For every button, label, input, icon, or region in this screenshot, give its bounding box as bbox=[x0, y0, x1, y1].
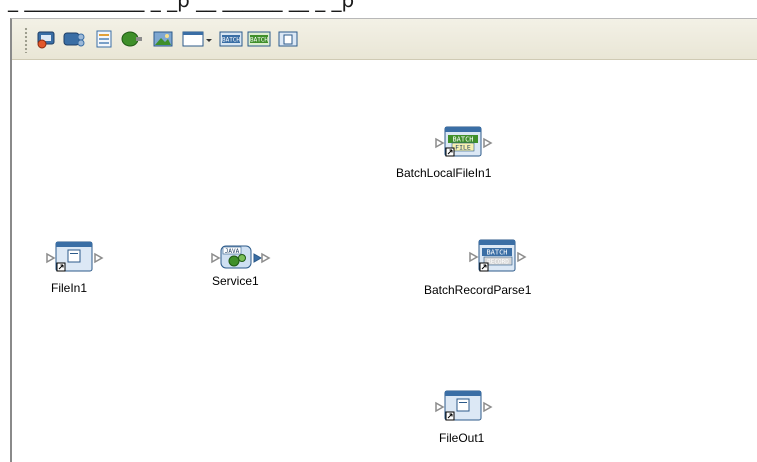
add-document-button[interactable] bbox=[91, 27, 117, 51]
window-title-fragment: _ ____________ _ _p __ ______ __ _ _p bbox=[0, 0, 757, 16]
batch-badge-bottom: FILE bbox=[455, 144, 471, 152]
java-badge: JAVA bbox=[225, 248, 240, 255]
batch-label: BATCH bbox=[222, 37, 240, 44]
component-filein1[interactable]: FileIn1 bbox=[45, 240, 115, 295]
window-dropdown-button[interactable] bbox=[180, 27, 214, 51]
batch-green-button[interactable]: BATCH bbox=[246, 27, 272, 51]
component-batchlocalfilein1[interactable]: BATCH FILE BatchLocalFileIn1 bbox=[396, 125, 504, 180]
component-label: FileIn1 bbox=[51, 281, 88, 295]
add-external-icon bbox=[37, 31, 55, 49]
batch-file-icon: BATCH FILE bbox=[435, 126, 493, 157]
component-label: BatchLocalFileIn1 bbox=[396, 166, 492, 180]
batch-green-label: BATCH bbox=[250, 37, 268, 44]
batch-badge-top: BATCH bbox=[486, 249, 507, 257]
collaboration-canvas[interactable] bbox=[12, 60, 757, 462]
batch-icon: BATCH bbox=[219, 31, 243, 47]
add-image-icon bbox=[153, 31, 173, 47]
add-connector-button[interactable] bbox=[119, 27, 145, 51]
add-document-icon bbox=[96, 30, 112, 48]
component-label: BatchRecordParse1 bbox=[424, 283, 532, 297]
batch-green-icon: BATCH bbox=[247, 31, 271, 47]
batch-badge-bottom: RECORD bbox=[487, 259, 509, 266]
component-fileout1[interactable]: FileOut1 bbox=[434, 389, 504, 445]
component-batchrecordparse1[interactable]: BATCH RECORD BatchRecordParse1 bbox=[424, 238, 538, 297]
add-service-button[interactable] bbox=[62, 27, 88, 51]
window-title: _ ____________ _ _p __ ______ __ _ _p bbox=[8, 0, 355, 12]
file-component-icon bbox=[46, 241, 104, 272]
file-icon bbox=[278, 31, 298, 47]
component-service1[interactable]: JAVA Service1 bbox=[210, 240, 280, 288]
batch-record-icon: BATCH RECORD bbox=[469, 239, 527, 272]
file-button[interactable] bbox=[275, 27, 301, 51]
add-service-icon bbox=[63, 32, 85, 47]
add-connector-icon bbox=[121, 31, 142, 47]
add-image-button[interactable] bbox=[150, 27, 176, 51]
batch-badge-top: BATCH bbox=[452, 136, 473, 144]
file-component-icon bbox=[435, 390, 493, 421]
batch-button[interactable]: BATCH bbox=[218, 27, 244, 51]
add-external-application-button[interactable] bbox=[34, 27, 60, 51]
java-service-icon: JAVA bbox=[211, 245, 271, 269]
component-label: FileOut1 bbox=[439, 431, 485, 445]
toolbar-grip[interactable] bbox=[24, 27, 28, 53]
component-label: Service1 bbox=[212, 274, 259, 288]
window-dropdown-icon bbox=[182, 31, 212, 47]
